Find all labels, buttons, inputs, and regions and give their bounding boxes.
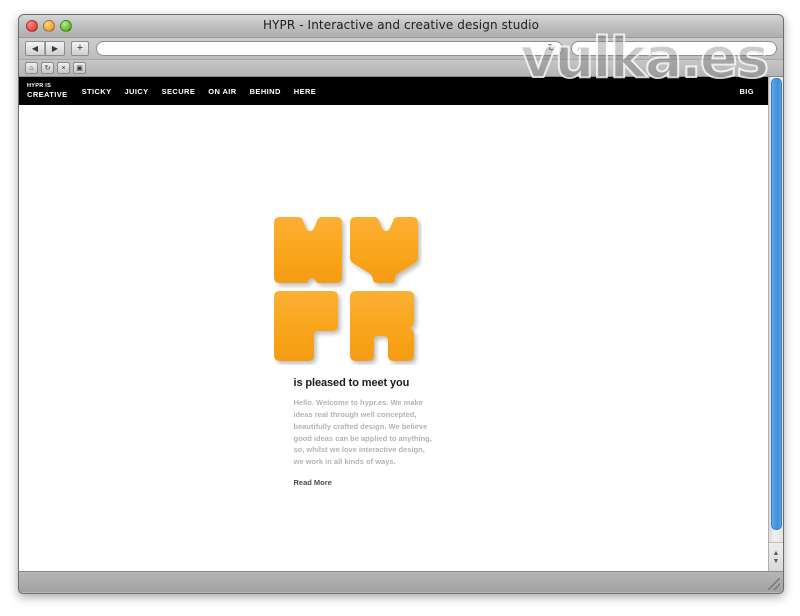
scrollbar-arrow-group: ▲ ▼ xyxy=(769,542,783,571)
forward-arrow-icon: ▶ xyxy=(51,44,59,53)
scroll-down-arrow-icon[interactable]: ▼ xyxy=(773,558,780,565)
page-viewport: HYPR IS CREATIVE STICKY JUICY SECURE ON … xyxy=(19,77,783,571)
back-button[interactable]: ◀ xyxy=(25,41,45,56)
url-input[interactable] xyxy=(105,43,548,54)
home-icon: ⌂ xyxy=(29,64,34,72)
nav-item-here[interactable]: HERE xyxy=(294,87,316,96)
back-arrow-icon: ◀ xyxy=(31,44,39,53)
title-bar[interactable]: HYPR - Interactive and creative design s… xyxy=(19,15,783,38)
nav-button-group: ◀ ▶ xyxy=(25,41,65,56)
hypr-logo xyxy=(270,213,422,365)
scrollbar-track[interactable] xyxy=(769,77,783,543)
scrollbar-thumb[interactable] xyxy=(770,78,782,530)
bookmarks-icon: ▣ xyxy=(76,64,83,72)
nav-item-big[interactable]: BIG xyxy=(739,87,758,96)
site-logo-wordmark[interactable]: HYPR IS CREATIVE xyxy=(27,83,68,99)
nav-item-on-air[interactable]: ON AIR xyxy=(208,87,236,96)
hero-block: is pleased to meet you Hello. Welcome to… xyxy=(273,213,494,490)
refresh-button[interactable]: ↻ xyxy=(41,62,54,74)
forward-button[interactable]: ▶ xyxy=(45,41,65,56)
page-content: is pleased to meet you Hello. Welcome to… xyxy=(19,105,768,490)
plus-icon: + xyxy=(76,42,84,54)
search-input[interactable] xyxy=(585,43,771,54)
hypr-logo-svg xyxy=(273,217,418,361)
vertical-scrollbar[interactable]: ▲ ▼ xyxy=(768,77,783,571)
nav-item-secure[interactable]: SECURE xyxy=(162,87,196,96)
status-bar xyxy=(19,571,783,592)
stop-button[interactable]: × xyxy=(57,62,70,74)
logo-block-p xyxy=(273,291,338,361)
secondary-toolbar: ⌂ ↻ × ▣ xyxy=(19,60,783,77)
nav-item-sticky[interactable]: STICKY xyxy=(82,87,112,96)
refresh-icon: ↻ xyxy=(44,64,51,72)
close-icon: × xyxy=(61,64,66,72)
resize-grip[interactable] xyxy=(768,578,780,590)
read-more-link[interactable]: Read More xyxy=(294,478,332,487)
site-navigation-bar: HYPR IS CREATIVE STICKY JUICY SECURE ON … xyxy=(19,77,768,105)
hero-heading: is pleased to meet you xyxy=(293,377,410,389)
search-icon: ⌕ xyxy=(577,43,583,53)
window-title: HYPR - Interactive and creative design s… xyxy=(262,18,540,32)
bookmarks-button[interactable]: ▣ xyxy=(73,62,86,74)
nav-item-juicy[interactable]: JUICY xyxy=(124,87,148,96)
scroll-up-arrow-icon[interactable]: ▲ xyxy=(773,550,780,557)
reload-icon[interactable]: ↻ xyxy=(548,43,556,54)
search-bar[interactable]: ⌕ xyxy=(571,41,777,56)
web-page: HYPR IS CREATIVE STICKY JUICY SECURE ON … xyxy=(19,77,768,571)
logo-block-y xyxy=(349,217,418,283)
logo-block-h xyxy=(273,217,342,283)
new-tab-button[interactable]: + xyxy=(71,41,89,56)
home-button[interactable]: ⌂ xyxy=(25,62,38,74)
hero-paragraph: Hello. Welcome to hypr.es. We make ideas… xyxy=(293,398,432,467)
browser-toolbar: ◀ ▶ + ↻ ⌕ xyxy=(19,38,783,60)
address-bar[interactable]: ↻ xyxy=(96,41,563,56)
nav-item-behind[interactable]: BEHIND xyxy=(250,87,281,96)
brand-name: CREATIVE xyxy=(27,89,68,99)
browser-window: HYPR - Interactive and creative design s… xyxy=(18,14,784,594)
brand-tagline: HYPR IS xyxy=(27,83,52,89)
nav-link-list: STICKY JUICY SECURE ON AIR BEHIND HERE xyxy=(82,87,317,96)
logo-block-r xyxy=(349,291,414,361)
screen: HYPR - Interactive and creative design s… xyxy=(0,0,800,616)
